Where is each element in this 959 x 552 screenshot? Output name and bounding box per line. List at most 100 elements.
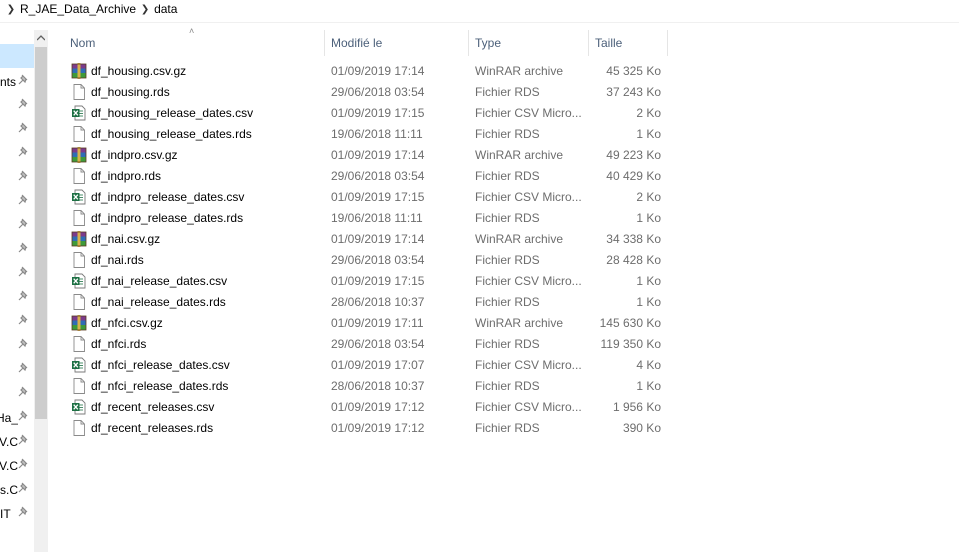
file-type: Fichier RDS [475, 85, 540, 99]
winrar-archive-icon [71, 147, 87, 163]
nav-item[interactable] [0, 166, 34, 190]
file-modified-date: 01/09/2019 17:11 [331, 316, 424, 330]
file-type: Fichier RDS [475, 295, 540, 309]
file-name[interactable]: df_housing_release_dates.csv [91, 106, 253, 120]
file-name[interactable]: df_nai.rds [91, 253, 144, 267]
nav-item[interactable] [0, 142, 34, 166]
file-name[interactable]: df_indpro.rds [91, 169, 161, 183]
file-icon [71, 84, 87, 100]
file-row[interactable]: df_nfci_release_dates.rds 28/06/2018 10:3… [48, 376, 668, 397]
pin-icon [18, 458, 30, 472]
nav-item[interactable] [0, 262, 34, 286]
nav-item-selected[interactable] [0, 44, 34, 68]
file-icon [71, 420, 87, 436]
file-name[interactable]: df_housing.rds [91, 85, 170, 99]
file-row[interactable]: df_indpro.rds 29/06/2018 03:54 Fichier RDS… [48, 166, 668, 187]
nav-item[interactable]: _Ha [0, 406, 34, 430]
file-modified-date: 01/09/2019 17:07 [331, 358, 425, 372]
pin-icon [18, 362, 30, 376]
chevron-right-icon[interactable]: ❯ [138, 4, 152, 15]
file-size: 28 428 Ko [606, 253, 661, 267]
file-name[interactable]: df_housing_release_dates.rds [91, 127, 252, 141]
file-name[interactable]: df_nai_release_dates.rds [91, 295, 226, 309]
file-row[interactable]: df_indpro_release_dates.rds 19/06/2018 11… [48, 208, 668, 229]
file-size: 119 350 Ko [600, 337, 662, 351]
file-name[interactable]: df_nai.csv.gz [91, 232, 160, 246]
file-row[interactable]: df_housing_release_dates.rds 19/06/2018 1… [48, 124, 668, 145]
nav-item[interactable] [0, 118, 34, 142]
file-icon [71, 168, 87, 184]
pin-icon [18, 410, 30, 424]
file-name[interactable]: df_nfci.rds [91, 337, 146, 351]
excel-csv-icon [71, 105, 87, 121]
pin-icon [18, 218, 30, 232]
chevron-right-icon[interactable]: ❯ [4, 4, 18, 15]
column-header-size[interactable]: Taille [589, 30, 667, 56]
file-name[interactable]: df_nfci.csv.gz [91, 316, 163, 330]
file-row[interactable]: df_recent_releases.rds 01/09/2019 17:12 Fi… [48, 418, 668, 439]
file-row[interactable]: df_housing.rds 29/06/2018 03:54 Fichier RD… [48, 82, 668, 103]
breadcrumb: ❯ R_JAE_Data_Archive ❯ data [0, 0, 959, 18]
nav-item[interactable]: V.C [0, 454, 34, 478]
nav-item[interactable] [0, 310, 34, 334]
file-row[interactable]: df_housing_release_dates.csv 01/09/2019 1… [48, 103, 668, 124]
file-row[interactable]: df_nfci.rds 29/06/2018 03:54 Fichier RDS 11… [48, 334, 668, 355]
nav-item-label: _Ha [0, 411, 18, 425]
file-size: 1 Ko [636, 127, 661, 141]
file-name[interactable]: df_nai_release_dates.csv [91, 274, 227, 288]
file-row[interactable]: df_indpro_release_dates.csv 01/09/2019 17… [48, 187, 668, 208]
nav-item[interactable]: s.C [0, 478, 34, 502]
pin-icon [18, 314, 30, 328]
nav-item[interactable] [0, 214, 34, 238]
file-row[interactable]: df_indpro.csv.gz 01/09/2019 17:14 WinRAR a… [48, 145, 668, 166]
scroll-up-arrow-icon[interactable] [34, 30, 48, 46]
file-row[interactable]: df_recent_releases.csv 01/09/2019 17:12 Fi… [48, 397, 668, 418]
file-type: WinRAR archive [475, 316, 564, 330]
file-name[interactable]: df_recent_releases.csv [91, 400, 214, 414]
nav-item[interactable] [0, 286, 34, 310]
file-row[interactable]: df_nfci_release_dates.csv 01/09/2019 17:0… [48, 355, 668, 376]
nav-scrollbar[interactable] [34, 30, 48, 552]
nav-item[interactable] [0, 94, 34, 118]
file-modified-date: 01/09/2019 17:14 [331, 232, 425, 246]
column-separator[interactable] [667, 30, 668, 56]
file-name[interactable]: df_nfci_release_dates.csv [91, 358, 230, 372]
file-row[interactable]: df_nai.csv.gz 01/09/2019 17:14 WinRAR arch… [48, 229, 668, 250]
nav-item[interactable]: nts [0, 70, 34, 94]
file-modified-date: 29/06/2018 03:54 [331, 85, 425, 99]
file-name[interactable]: df_indpro_release_dates.rds [91, 211, 243, 225]
pin-icon [18, 74, 30, 88]
column-header-name[interactable]: Nom [64, 30, 324, 56]
file-name[interactable]: df_indpro_release_dates.csv [91, 190, 244, 204]
scroll-thumb[interactable] [35, 47, 47, 419]
column-header-date[interactable]: Modifié le [325, 30, 468, 56]
column-header-type[interactable]: Type [469, 30, 588, 56]
file-row[interactable]: df_nai_release_dates.csv 01/09/2019 17:15… [48, 271, 668, 292]
file-icon [71, 252, 87, 268]
pin-icon [18, 242, 30, 256]
nav-item[interactable] [0, 190, 34, 214]
nav-item[interactable]: V.C [0, 430, 34, 454]
nav-item[interactable] [0, 334, 34, 358]
file-name[interactable]: df_recent_releases.rds [91, 421, 213, 435]
file-row[interactable]: df_nai_release_dates.rds 28/06/2018 10:37… [48, 292, 668, 313]
breadcrumb-item-data[interactable]: data [152, 2, 179, 16]
file-row[interactable]: df_nfci.csv.gz 01/09/2019 17:11 WinRAR arc… [48, 313, 668, 334]
nav-item[interactable]: IT [0, 502, 34, 526]
file-type: Fichier RDS [475, 211, 540, 225]
nav-item[interactable] [0, 238, 34, 262]
nav-item[interactable] [0, 382, 34, 406]
file-modified-date: 28/06/2018 10:37 [331, 379, 425, 393]
file-type: Fichier CSV Micro... [475, 400, 582, 414]
file-row[interactable]: df_housing.csv.gz 01/09/2019 17:14 WinRAR … [48, 61, 668, 82]
file-row[interactable]: df_nai.rds 29/06/2018 03:54 Fichier RDS 28 … [48, 250, 668, 271]
file-name[interactable]: df_indpro.csv.gz [91, 148, 178, 162]
pin-icon [18, 146, 30, 160]
nav-item[interactable] [0, 358, 34, 382]
file-name[interactable]: df_nfci_release_dates.rds [91, 379, 228, 393]
pin-icon [18, 290, 30, 304]
file-name[interactable]: df_housing.csv.gz [91, 64, 186, 78]
file-size: 4 Ko [636, 358, 661, 372]
pin-icon [18, 98, 30, 112]
breadcrumb-item-archive[interactable]: R_JAE_Data_Archive [18, 2, 138, 16]
